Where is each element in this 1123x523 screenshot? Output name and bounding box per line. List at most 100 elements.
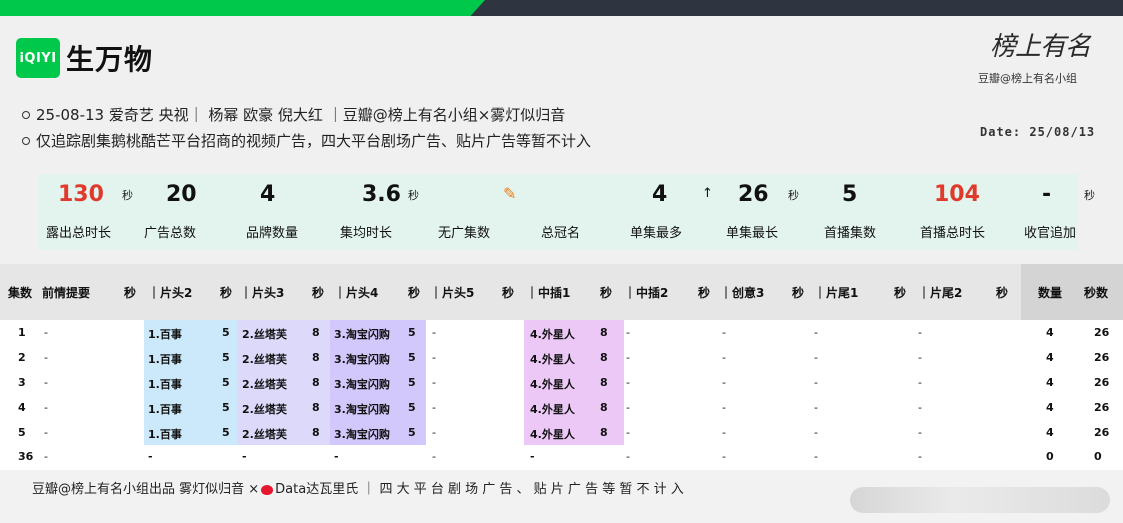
cell-opening-4-sec: 5 <box>408 426 416 439</box>
cell-midroll-2: - <box>626 450 630 463</box>
cell-midroll-1-sec: 8 <box>600 376 608 389</box>
cell-opening-3: 2.丝塔芙 <box>242 353 287 366</box>
cell-opening-2-sec: 5 <box>222 401 230 414</box>
col-opening-4-sec: 秒 <box>408 286 421 300</box>
stat-unit: 秒 <box>408 189 419 202</box>
stat-unit: 秒 <box>122 189 133 202</box>
stat-value: 104 <box>934 182 980 207</box>
cell-midroll-1-sec: 8 <box>600 426 608 439</box>
cell-ending-2: - <box>918 450 922 463</box>
info-line-1-text: 25-08-13 爱奇艺 央视｜ 杨幂 欧豪 倪大红 ｜豆瓣@榜上有名小组×雾灯… <box>36 106 566 124</box>
col-opening-5: ｜片头5 <box>430 286 475 300</box>
brand-header: iQIYI 生万物 <box>16 38 153 78</box>
cell-opening-2-sec: 5 <box>222 376 230 389</box>
cell-midroll-1: 4.外星人 <box>530 353 575 366</box>
cell-ending-2: - <box>918 376 922 389</box>
cell-opening-4: 3.淘宝闪购 <box>334 328 390 341</box>
col-midroll-1-sec: 秒 <box>600 286 613 300</box>
stat-value: 26 <box>738 182 769 207</box>
cell-midroll-2: - <box>626 351 630 364</box>
iqiyi-logo: iQIYI <box>16 38 60 78</box>
cell-count: 4 <box>1046 426 1054 439</box>
cell-recap: - <box>44 326 48 339</box>
table-row: 4 - 1.百事 5 2.丝塔芙 8 3.淘宝闪购 5 - 4.外星人 8 - - - - 4 26 <box>0 395 1123 420</box>
cell-count: 4 <box>1046 401 1054 414</box>
cell-recap: - <box>44 351 48 364</box>
cell-seconds: 0 <box>1094 450 1102 463</box>
stat-longest-ep: 26 秒 单集最长 <box>724 174 824 250</box>
table-row: 3 - 1.百事 5 2.丝塔芙 8 3.淘宝闪购 5 - 4.外星人 8 - - - - 4 26 <box>0 370 1123 395</box>
cell-opening-2: 1.百事 <box>148 353 182 366</box>
cell-ending-1: - <box>814 450 818 463</box>
stat-label: 集均时长 <box>340 226 393 241</box>
footer-text: 豆瓣@榜上有名小组出品 雾灯似归音 × Data达瓦里氏 ｜ 四 大 平 台 剧 … <box>32 478 684 497</box>
cell-midroll-2: - <box>626 426 630 439</box>
stat-value: 3.6 <box>362 182 401 207</box>
cell-seconds: 26 <box>1094 326 1110 339</box>
cell-opening-2: 1.百事 <box>148 428 182 441</box>
cell-creative-3: - <box>722 376 726 389</box>
cell-opening-3-sec: 8 <box>312 426 320 439</box>
cell-opening-3: 2.丝塔芙 <box>242 378 287 391</box>
col-opening-5-sec: 秒 <box>502 286 515 300</box>
arrow-up-icon: ↑ <box>702 186 713 201</box>
col-episode: 集数 <box>8 286 33 300</box>
cell-creative-3: - <box>722 401 726 414</box>
col-ending-2: ｜片尾2 <box>918 286 963 300</box>
cell-ending-1: - <box>814 326 818 339</box>
cell-ending-1: - <box>814 376 818 389</box>
cell-opening-3: 2.丝塔芙 <box>242 328 287 341</box>
cell-episode: 4 <box>18 401 26 414</box>
cell-count: 4 <box>1046 326 1054 339</box>
cell-opening-2: 1.百事 <box>148 378 182 391</box>
cell-ending-1: - <box>814 401 818 414</box>
table-header: 集数 前情提要 秒 ｜片头2 秒 ｜片头3 秒 ｜片头4 秒 ｜片头5 秒 ｜中… <box>0 264 1123 320</box>
stat-avg-duration: 3.6 秒 集均时长 <box>338 174 438 250</box>
cell-opening-3-sec: 8 <box>312 326 320 339</box>
cell-midroll-1-sec: 8 <box>600 401 608 414</box>
cell-creative-3: - <box>722 351 726 364</box>
cell-opening-3-sec: 8 <box>312 376 320 389</box>
stats-bar: 130 秒 露出总时长 20 广告总数 4 品牌数量 3.6 秒 集均时长 无广… <box>38 174 1095 250</box>
carrot-icon: ✎ <box>503 184 517 203</box>
cell-recap: - <box>44 376 48 389</box>
col-creative-3: ｜创意3 <box>720 286 765 300</box>
cell-opening-5: - <box>432 351 436 364</box>
cell-midroll-1-sec: 8 <box>600 351 608 364</box>
cell-opening-2-sec: 5 <box>222 351 230 364</box>
table-row: 2 - 1.百事 5 2.丝塔芙 8 3.淘宝闪购 5 - 4.外星人 8 - - - - 4 26 <box>0 345 1123 370</box>
stat-title-sponsor: ✎ 总冠名 <box>503 174 623 250</box>
cell-seconds: 26 <box>1094 376 1110 389</box>
cell-episode: 5 <box>18 426 26 439</box>
info-line-2: 仅追踪剧集鹅桃酷芒平台招商的视频广告，四大平台剧场广告、贴片广告等暂不计入 <box>22 130 591 151</box>
cell-opening-2-sec: 5 <box>222 326 230 339</box>
cell-ending-2: - <box>918 401 922 414</box>
cell-creative-3: - <box>722 450 726 463</box>
stat-label: 单集最长 <box>726 226 779 241</box>
table-row: 1 - 1.百事 5 2.丝塔芙 8 3.淘宝闪购 5 - 4.外星人 8 - - - - 4 26 <box>0 320 1123 345</box>
cell-recap: - <box>44 450 48 463</box>
footer-note: Data达瓦里氏 ｜ 四 大 平 台 剧 场 广 告 、 贴 片 广 告 等 暂… <box>275 482 684 497</box>
cell-opening-5: - <box>432 376 436 389</box>
cell-opening-4-sec: 5 <box>408 376 416 389</box>
cell-opening-2: 1.百事 <box>148 403 182 416</box>
cell-ending-1: - <box>814 426 818 439</box>
col-recap-sec: 秒 <box>124 286 137 300</box>
cell-opening-4-sec: 5 <box>408 326 416 339</box>
stat-total-duration: 130 秒 露出总时长 <box>38 174 138 250</box>
cell-episode: 3 <box>18 376 26 389</box>
footer-credit: 豆瓣@榜上有名小组出品 雾灯似归音 × <box>32 482 260 497</box>
stat-max-per-ep: 4 ↑ 单集最多 <box>628 174 728 250</box>
cell-episode: 36 <box>18 450 34 463</box>
col-opening-3: ｜片头3 <box>240 286 285 300</box>
cell-seconds: 26 <box>1094 426 1110 439</box>
watermark-blur <box>850 487 1110 513</box>
col-midroll-1: ｜中插1 <box>526 286 571 300</box>
col-midroll-2-sec: 秒 <box>698 286 711 300</box>
stat-value: - <box>1042 182 1052 207</box>
col-creative-3-sec: 秒 <box>792 286 805 300</box>
cell-opening-4-sec: 5 <box>408 401 416 414</box>
cell-opening-3-sec: 8 <box>312 401 320 414</box>
cell-recap: - <box>44 401 48 414</box>
cell-opening-4: 3.淘宝闪购 <box>334 428 390 441</box>
